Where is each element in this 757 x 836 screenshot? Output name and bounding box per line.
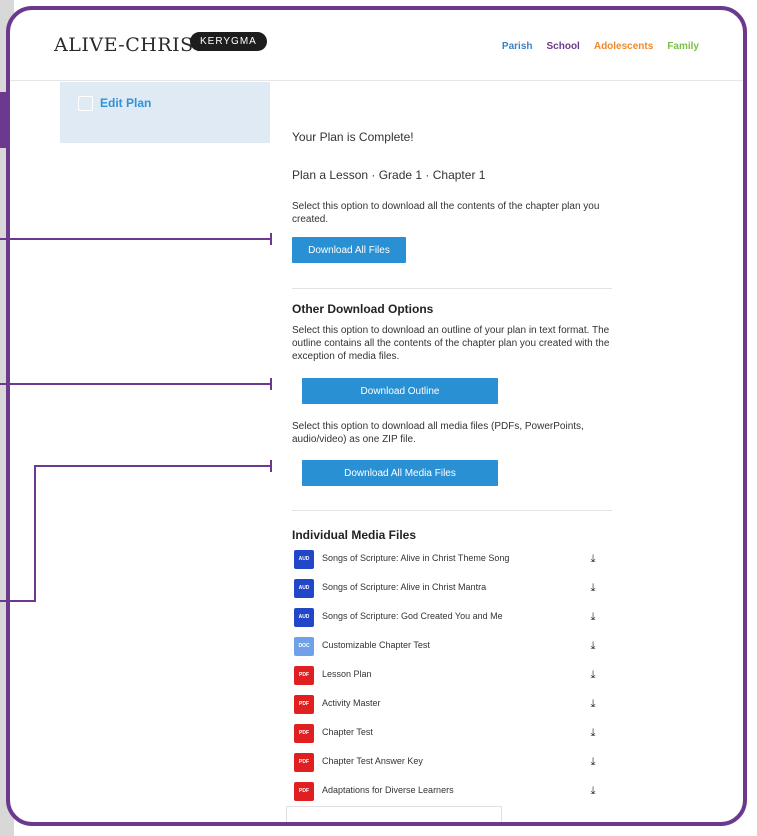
nav-parish[interactable]: Parish bbox=[502, 41, 533, 52]
download-outline-button[interactable]: Download Outline bbox=[302, 378, 498, 404]
file-name[interactable]: Lesson Plan bbox=[322, 669, 372, 679]
download-icon[interactable]: ⤓ bbox=[588, 725, 598, 741]
nav-adolescents[interactable]: Adolescents bbox=[594, 41, 653, 52]
callout-tick-download-all bbox=[270, 233, 272, 245]
other-download-options-heading: Other Download Options bbox=[292, 302, 434, 316]
file-name[interactable]: Customizable Chapter Test bbox=[322, 640, 430, 650]
file-name[interactable]: Songs of Scripture: Alive in Christ Mant… bbox=[322, 582, 486, 592]
file-name[interactable]: Chapter Test Answer Key bbox=[322, 756, 423, 766]
outline-description: Select this option to download an outlin… bbox=[292, 325, 610, 362]
top-nav: Parish School Adolescents Family bbox=[502, 41, 699, 52]
file-type-icon: PDF bbox=[294, 753, 314, 772]
download-icon[interactable]: ⤓ bbox=[588, 638, 598, 654]
list-item[interactable]: PDF Lesson Plan ⤓ bbox=[294, 663, 612, 692]
media-file-list: AUD Songs of Scripture: Alive in Christ T… bbox=[294, 547, 612, 808]
list-item[interactable]: AUD Songs of Scripture: God Created You a… bbox=[294, 605, 612, 634]
list-item[interactable]: DOC Customizable Chapter Test ⤓ bbox=[294, 634, 612, 663]
file-type-icon: DOC bbox=[294, 637, 314, 656]
file-type-icon: PDF bbox=[294, 695, 314, 714]
file-type-icon: PDF bbox=[294, 782, 314, 801]
sidebar: Edit Plan bbox=[60, 82, 270, 143]
callout-line-outline bbox=[0, 383, 270, 385]
download-icon[interactable]: ⤓ bbox=[588, 580, 598, 596]
alive-in-christ-logo: ALIVE-CHRIST bbox=[54, 34, 207, 56]
file-type-icon: AUD bbox=[294, 608, 314, 627]
list-item[interactable]: PDF Adaptations for Diverse Learners ⤓ bbox=[294, 779, 612, 808]
file-name[interactable]: Songs of Scripture: Alive in Christ Them… bbox=[322, 553, 509, 563]
download-all-files-button[interactable]: Download All Files bbox=[292, 237, 406, 263]
callout-line-download-all bbox=[0, 238, 270, 240]
individual-media-files-heading: Individual Media Files bbox=[292, 528, 417, 542]
callout-line-media-return bbox=[0, 600, 36, 602]
download-icon[interactable]: ⤓ bbox=[588, 667, 598, 683]
plan-subtitle: Plan a Lesson · Grade 1 · Chapter 1 bbox=[292, 168, 486, 182]
download-all-media-button[interactable]: Download All Media Files bbox=[302, 460, 498, 486]
nav-family[interactable]: Family bbox=[667, 41, 699, 52]
list-item[interactable]: PDF Chapter Test ⤓ bbox=[294, 721, 612, 750]
file-type-icon: PDF bbox=[294, 724, 314, 743]
plan-complete-title: Your Plan is Complete! bbox=[292, 130, 414, 144]
file-name[interactable]: Activity Master bbox=[322, 698, 381, 708]
file-type-icon: AUD bbox=[294, 579, 314, 598]
list-item[interactable]: PDF Chapter Test Answer Key ⤓ bbox=[294, 750, 612, 779]
nav-school[interactable]: School bbox=[547, 41, 580, 52]
callout-tick-outline bbox=[270, 378, 272, 390]
callout-vertical-media bbox=[34, 465, 36, 601]
download-icon[interactable]: ⤓ bbox=[588, 696, 598, 712]
partial-panel bbox=[286, 806, 502, 822]
download-icon[interactable]: ⤓ bbox=[588, 783, 598, 799]
list-item[interactable]: AUD Songs of Scripture: Alive in Christ T… bbox=[294, 547, 612, 576]
file-type-icon: AUD bbox=[294, 550, 314, 569]
edit-icon bbox=[78, 96, 93, 111]
kerygma-badge: KERYGMA bbox=[190, 32, 267, 51]
file-type-icon: PDF bbox=[294, 666, 314, 685]
divider bbox=[292, 510, 612, 511]
sidebar-item-edit-plan[interactable]: Edit Plan bbox=[100, 96, 151, 110]
media-description: Select this option to download all media… bbox=[292, 421, 584, 445]
file-name[interactable]: Chapter Test bbox=[322, 727, 373, 737]
screenshot-frame: ALIVE-CHRIST KERYGMA Parish School Adole… bbox=[6, 6, 747, 826]
download-icon[interactable]: ⤓ bbox=[588, 551, 598, 567]
divider bbox=[292, 288, 612, 289]
file-name[interactable]: Songs of Scripture: God Created You and … bbox=[322, 611, 503, 621]
download-all-description: Select this option to download all the c… bbox=[292, 201, 600, 225]
callout-tick-media bbox=[270, 460, 272, 472]
download-icon[interactable]: ⤓ bbox=[588, 609, 598, 625]
download-icon[interactable]: ⤓ bbox=[588, 754, 598, 770]
list-item[interactable]: AUD Songs of Scripture: Alive in Christ M… bbox=[294, 576, 612, 605]
file-name[interactable]: Adaptations for Diverse Learners bbox=[322, 785, 454, 795]
list-item[interactable]: PDF Activity Master ⤓ bbox=[294, 692, 612, 721]
top-bar: ALIVE-CHRIST KERYGMA Parish School Adole… bbox=[10, 10, 743, 81]
callout-line-media bbox=[34, 465, 270, 467]
